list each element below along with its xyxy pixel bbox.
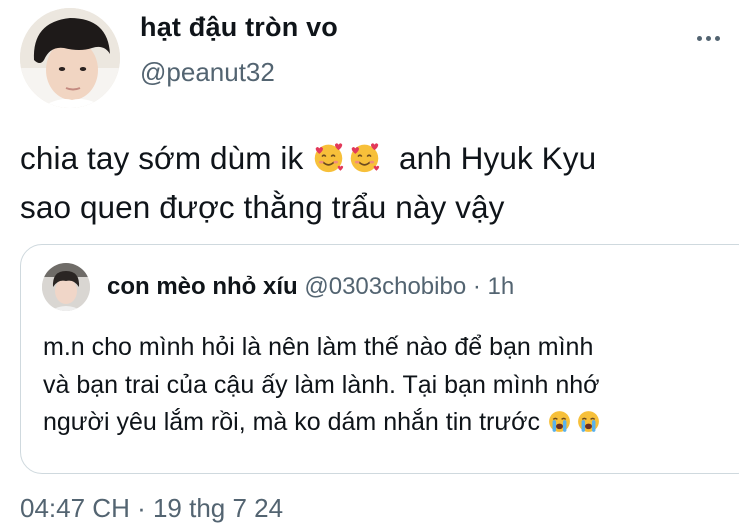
quoted-tweet-text: m.n cho mình hỏi là nên làm thế nào để b… [43,329,739,442]
loudly-crying-face-icon [578,411,599,432]
quoted-line-2: và bạn trai của cậu ấy làm lành. Tại bạn… [43,370,600,399]
quoted-line-3: người yêu lắm rồi, mà ko dám nhắn tin tr… [43,404,739,442]
more-dot [705,35,711,41]
author-avatar-image [20,8,120,108]
quoted-author-avatar[interactable] [42,263,90,311]
author-display-name[interactable]: hạt đậu tròn vo [140,12,338,43]
tweet: hạt đậu tròn vo @peanut32 chia tay sớm d… [0,0,739,532]
smiling-face-with-hearts-icon [351,143,380,173]
more-dot [714,35,720,41]
quoted-line-1: m.n cho mình hỏi là nên làm thế nào để b… [43,333,594,361]
quoted-tweet-header: con mèo nhỏ xíu @0303chobibo · 1h [107,273,514,301]
author-avatar[interactable] [20,8,120,108]
tweet-line-2: sao quen được thằng trẩu này vậy [20,189,505,225]
quoted-author-avatar-image [42,263,90,311]
quoted-line-3-text: người yêu lắm rồi, mà ko dám nhắn tin tr… [43,408,547,436]
loudly-crying-face-icon [549,411,570,432]
tweet-text: chia tay sớm dùm ik anh Hyuk Kyu sao que… [20,134,720,232]
author-handle[interactable]: @peanut32 [140,57,275,88]
more-dot [696,35,702,41]
quoted-tweet-card[interactable]: con mèo nhỏ xíu @0303chobibo · 1h m.n ch… [20,244,739,474]
quoted-author-display-name[interactable]: con mèo nhỏ xíu [107,273,298,300]
tweet-line-1-start: chia tay sớm dùm ik [20,140,313,176]
quoted-meta-separator: · [466,273,488,300]
smiling-face-with-hearts-icon [315,143,344,173]
quoted-tweet-time[interactable]: 1h [488,273,515,300]
more-options-icon[interactable] [690,24,726,52]
tweet-line-1: chia tay sớm dùm ik anh Hyuk Kyu [20,134,720,183]
quoted-author-handle[interactable]: @0303chobibo [304,273,466,300]
tweet-line-1-end: anh Hyuk Kyu [381,140,597,176]
tweet-timestamp[interactable]: 04:47 CH · 19 thg 7 24 [20,493,283,524]
